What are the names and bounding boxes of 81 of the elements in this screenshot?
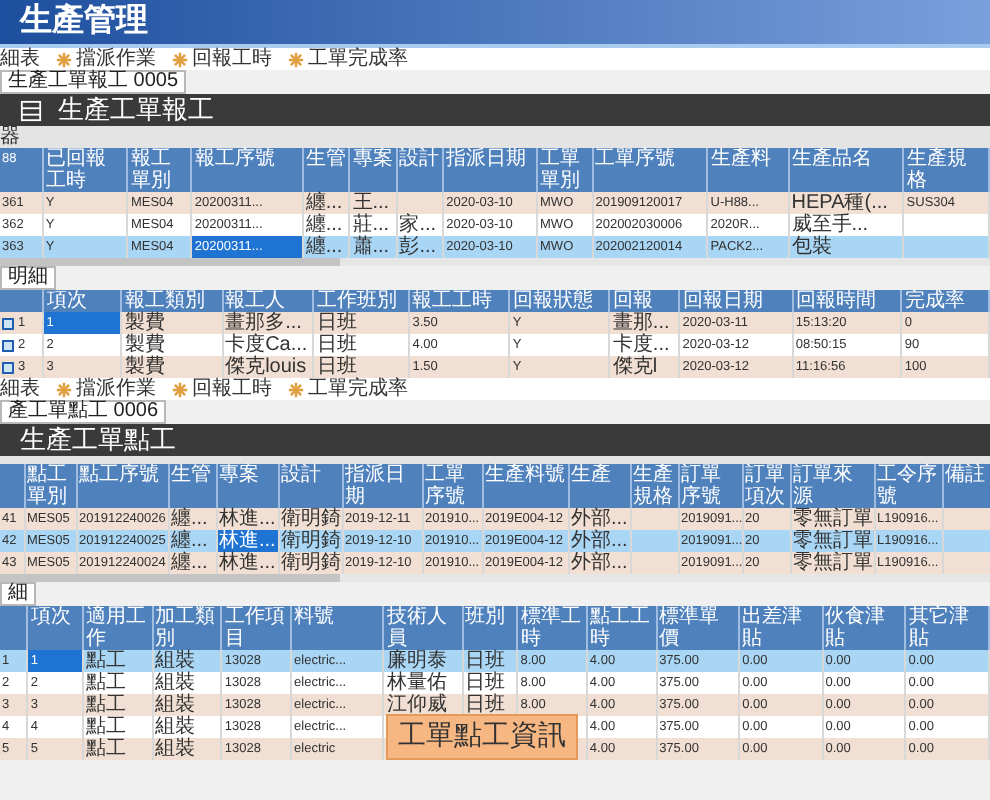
column-header: 回報狀態 bbox=[509, 290, 610, 312]
column-header: 班別 bbox=[462, 606, 518, 650]
menu-item[interactable]: 細表 bbox=[0, 49, 40, 69]
column-header: 指派日期 bbox=[443, 148, 538, 192]
table-cell[interactable]: 點工 bbox=[83, 738, 153, 760]
column-header: 設計 bbox=[278, 464, 342, 508]
column-header: 報工單別 bbox=[127, 148, 192, 192]
column-header: 已回報工時 bbox=[42, 148, 128, 192]
column-header: 專案 bbox=[349, 148, 397, 192]
document-tab[interactable]: 生產工單報工 0005 bbox=[0, 70, 187, 94]
asterisk-icon bbox=[288, 51, 304, 67]
column-header: 點工單別 bbox=[24, 464, 76, 508]
column-header: 適用工作 bbox=[83, 606, 153, 650]
app-title: 生產管理 bbox=[20, 1, 148, 42]
menu-item[interactable]: 回報工時 bbox=[172, 49, 272, 69]
column-header: 工單單別 bbox=[537, 148, 593, 192]
scrollbar[interactable] bbox=[0, 574, 990, 582]
column-header: 料號 bbox=[291, 606, 384, 650]
menu-item[interactable]: 細表 bbox=[0, 379, 40, 399]
column-header: 指派日期 bbox=[342, 464, 422, 508]
document-tab[interactable]: 產工單點工 0006 bbox=[0, 400, 167, 424]
column-header: 工令序號 bbox=[874, 464, 942, 508]
column-header: 生產品名 bbox=[788, 148, 904, 192]
panel-title: 生產工單報工 bbox=[58, 96, 214, 124]
column-header: 點工序號 bbox=[76, 464, 168, 508]
column-header: 訂單來源 bbox=[790, 464, 874, 508]
column-header: 伙食津貼 bbox=[822, 606, 906, 650]
column-header: 完成率 bbox=[901, 290, 989, 312]
menu-item[interactable]: 擋派作業 bbox=[56, 49, 156, 69]
column-header: 訂單項次 bbox=[742, 464, 790, 508]
column-header: 工單序號 bbox=[422, 464, 482, 508]
column-header: 工單序號 bbox=[592, 148, 708, 192]
menu-item[interactable]: 回報工時 bbox=[172, 379, 272, 399]
column-header: 備註 bbox=[942, 464, 990, 508]
document-tab[interactable]: 細 bbox=[0, 582, 36, 606]
caption-label: 工單點工資訊 bbox=[386, 714, 578, 760]
column-header: 生產料號 bbox=[482, 464, 568, 508]
column-header: 回報 bbox=[609, 290, 680, 312]
column-header: 其它津貼 bbox=[905, 606, 989, 650]
scrollbar[interactable] bbox=[0, 258, 990, 266]
column-header: 訂單序號 bbox=[678, 464, 742, 508]
column-header: 回報日期 bbox=[679, 290, 793, 312]
column-header: 報工人 bbox=[222, 290, 314, 312]
column-header: 項次 bbox=[27, 606, 84, 650]
column-header: 工作班別 bbox=[313, 290, 410, 312]
menu-item[interactable]: 工單完成率 bbox=[288, 379, 408, 399]
filter-label: 器 bbox=[0, 127, 20, 147]
column-header: 加工類別 bbox=[152, 606, 222, 650]
table-cell[interactable]: 林進... bbox=[216, 530, 278, 552]
column-header bbox=[0, 464, 24, 508]
column-header: 生產規格 bbox=[630, 464, 678, 508]
asterisk-icon bbox=[172, 51, 188, 67]
panel-title: 生產工單點工 bbox=[20, 426, 176, 454]
column-header: 生產料 bbox=[707, 148, 789, 192]
column-header: 標準工時 bbox=[517, 606, 587, 650]
column-header: 工作項目 bbox=[221, 606, 292, 650]
column-header: 專案 bbox=[216, 464, 278, 508]
asterisk-icon bbox=[288, 381, 304, 397]
column-header: 報工序號 bbox=[191, 148, 303, 192]
table-cell[interactable]: 組裝 bbox=[152, 738, 222, 760]
column-header: 回報時間 bbox=[792, 290, 902, 312]
menu-item[interactable]: 擋派作業 bbox=[56, 379, 156, 399]
column-header: 生管 bbox=[302, 148, 350, 192]
column-header: 標準單價 bbox=[656, 606, 740, 650]
column-header: 生產規格 bbox=[903, 148, 989, 192]
column-header bbox=[0, 290, 44, 312]
column-header: 報工類別 bbox=[121, 290, 223, 312]
column-header: 點工工時 bbox=[586, 606, 657, 650]
asterisk-icon bbox=[172, 381, 188, 397]
column-header: 報工工時 bbox=[409, 290, 510, 312]
column-header: 生產 bbox=[568, 464, 630, 508]
asterisk-icon bbox=[56, 381, 72, 397]
asterisk-icon bbox=[56, 51, 72, 67]
column-header: 生管 bbox=[168, 464, 216, 508]
column-header bbox=[0, 606, 28, 650]
column-header: 設計 bbox=[396, 148, 444, 192]
menu-item[interactable]: 工單完成率 bbox=[288, 49, 408, 69]
column-header: 技術人員 bbox=[383, 606, 463, 650]
column-header: 項次 bbox=[43, 290, 122, 312]
document-tab[interactable]: 明細 bbox=[0, 266, 56, 290]
column-header: 出差津貼 bbox=[739, 606, 823, 650]
